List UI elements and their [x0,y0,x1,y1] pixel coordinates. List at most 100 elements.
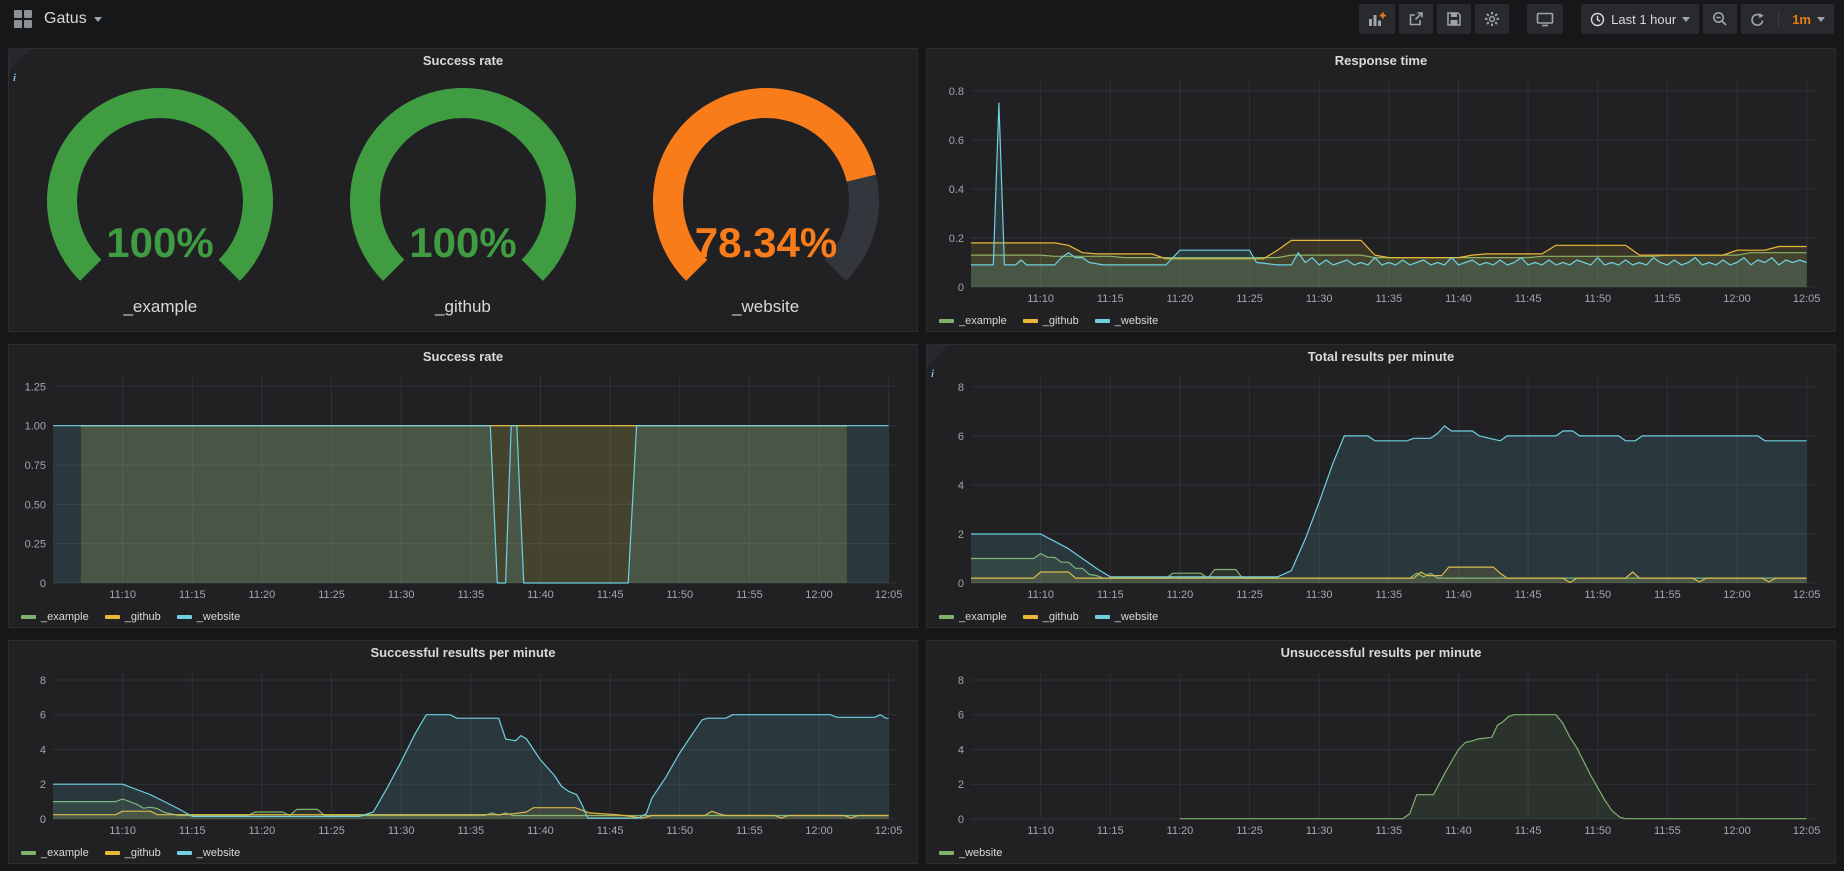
svg-text:11:25: 11:25 [1236,589,1263,601]
save-dashboard-button[interactable] [1437,4,1471,34]
add-panel-button[interactable] [1359,4,1395,34]
svg-text:12:00: 12:00 [805,589,833,601]
legend-series-color [1095,615,1110,619]
svg-text:11:50: 11:50 [1584,589,1611,601]
gauge-value: 100% [409,219,516,266]
svg-text:6: 6 [958,710,964,722]
svg-text:11:30: 11:30 [388,825,415,837]
refresh-icon [1750,12,1765,27]
panel-title[interactable]: Unsuccessful results per minute [927,641,1835,665]
panel-total-results: i Total results per minute 11:1011:1511:… [926,344,1836,628]
legend-item-_example[interactable]: _example [21,847,89,859]
legend-series-name: _website [1115,611,1158,623]
unsuccessful-results-chart: 11:1011:1511:2011:2511:3011:3511:4011:45… [933,665,1827,839]
svg-text:11:40: 11:40 [527,589,554,601]
cycle-view-mode-button[interactable] [1527,4,1563,34]
legend-series-name: _website [959,847,1002,859]
successful-results-chart: 11:1011:1511:2011:2511:3011:3511:4011:45… [15,665,909,839]
svg-text:11:55: 11:55 [736,589,763,601]
dashboard-title-dropdown[interactable]: Gatus [44,10,102,28]
svg-text:11:30: 11:30 [1306,825,1333,837]
svg-text:11:40: 11:40 [1445,293,1472,305]
chart-canvas: 11:1011:1511:2011:2511:3011:3511:4011:45… [933,369,1827,603]
total-results-chart: 11:1011:1511:2011:2511:3011:3511:4011:45… [933,369,1827,603]
gauge-label: _example [123,297,197,317]
svg-text:8: 8 [958,382,964,394]
zoom-out-icon [1712,11,1728,27]
svg-text:11:25: 11:25 [1236,293,1263,305]
panel-title[interactable]: Success rate [9,345,917,369]
svg-text:11:40: 11:40 [1445,825,1472,837]
svg-text:11:35: 11:35 [1375,293,1402,305]
svg-text:6: 6 [40,710,46,722]
legend-item-_github[interactable]: _github [105,847,161,859]
panel-info-icon[interactable]: i [927,345,949,367]
time-range-picker-button[interactable]: Last 1 hour [1581,4,1699,34]
svg-text:11:35: 11:35 [457,825,484,837]
legend-item-_example[interactable]: _example [939,611,1007,623]
panel-info-icon[interactable]: i [9,49,31,71]
panel-title[interactable]: Response time [927,49,1835,73]
panel-title[interactable]: Successful results per minute [9,641,917,665]
gauge-value: 100% [107,219,214,266]
legend-item-_website[interactable]: _website [939,847,1002,859]
success-rate-chart: 11:1011:1511:2011:2511:3011:3511:4011:45… [15,369,909,603]
chart-canvas: 11:1011:1511:2011:2511:3011:3511:4011:45… [15,369,909,603]
svg-text:12:00: 12:00 [1723,589,1751,601]
svg-text:0.8: 0.8 [949,86,964,98]
svg-text:12:05: 12:05 [1793,589,1821,601]
legend-item-_example[interactable]: _example [21,611,89,623]
legend-series-color [105,615,120,619]
gauge-label: _website [732,297,799,317]
panel-title[interactable]: Total results per minute [927,345,1835,369]
tv-monitor-icon [1536,11,1554,27]
panel-title[interactable]: Success rate [9,49,917,73]
dashboard-settings-button[interactable] [1475,4,1509,34]
legend-item-_github[interactable]: _github [1023,611,1079,623]
legend-series-name: _example [959,611,1007,623]
legend-series-color [105,851,120,855]
chart-canvas: 11:1011:1511:2011:2511:3011:3511:4011:45… [15,665,909,839]
svg-text:2: 2 [958,779,964,791]
share-dashboard-button[interactable] [1399,4,1433,34]
svg-text:0.75: 0.75 [25,460,46,472]
legend-item-_website[interactable]: _website [177,611,240,623]
gauge-arc: 100% [40,87,280,293]
svg-text:11:45: 11:45 [597,589,624,601]
legend-item-_github[interactable]: _github [1023,315,1079,327]
svg-text:8: 8 [958,675,964,687]
legend-item-_example[interactable]: _example [939,315,1007,327]
svg-text:6: 6 [958,431,964,443]
svg-text:11:10: 11:10 [1027,825,1054,837]
svg-text:11:25: 11:25 [1236,825,1263,837]
refresh-picker-button[interactable]: 1m [1741,4,1834,34]
svg-text:12:05: 12:05 [1793,825,1821,837]
legend-item-_website[interactable]: _website [1095,315,1158,327]
dashboard-grid: i Success rate 100% _example 100% _github 78… [0,38,1844,864]
svg-text:8: 8 [40,675,46,687]
svg-text:11:15: 11:15 [1097,293,1124,305]
panel-success-rate-graph: Success rate 11:1011:1511:2011:2511:3011… [8,344,918,628]
svg-text:11:20: 11:20 [1167,589,1194,601]
chart-canvas: 11:1011:1511:2011:2511:3011:3511:4011:45… [933,665,1827,839]
svg-text:0: 0 [40,814,46,826]
gear-icon [1484,11,1500,27]
svg-text:11:10: 11:10 [109,589,136,601]
svg-text:11:15: 11:15 [179,589,206,601]
svg-text:11:45: 11:45 [1515,293,1542,305]
panel-successful-results: Successful results per minute 11:1011:15… [8,640,918,864]
gauge-arc: 78.34% [646,87,886,293]
legend-series-name: _website [197,847,240,859]
svg-text:11:10: 11:10 [1027,293,1054,305]
legend-item-_website[interactable]: _website [1095,611,1158,623]
svg-text:11:35: 11:35 [1375,825,1402,837]
svg-text:12:05: 12:05 [875,825,903,837]
dashboards-grid-icon[interactable] [14,10,32,28]
legend-series-color [1023,319,1038,323]
svg-text:11:50: 11:50 [666,589,693,601]
zoom-out-time-range-button[interactable] [1703,4,1737,34]
legend-item-_github[interactable]: _github [105,611,161,623]
svg-text:11:45: 11:45 [1515,589,1542,601]
legend-item-_website[interactable]: _website [177,847,240,859]
svg-text:11:40: 11:40 [1445,589,1472,601]
